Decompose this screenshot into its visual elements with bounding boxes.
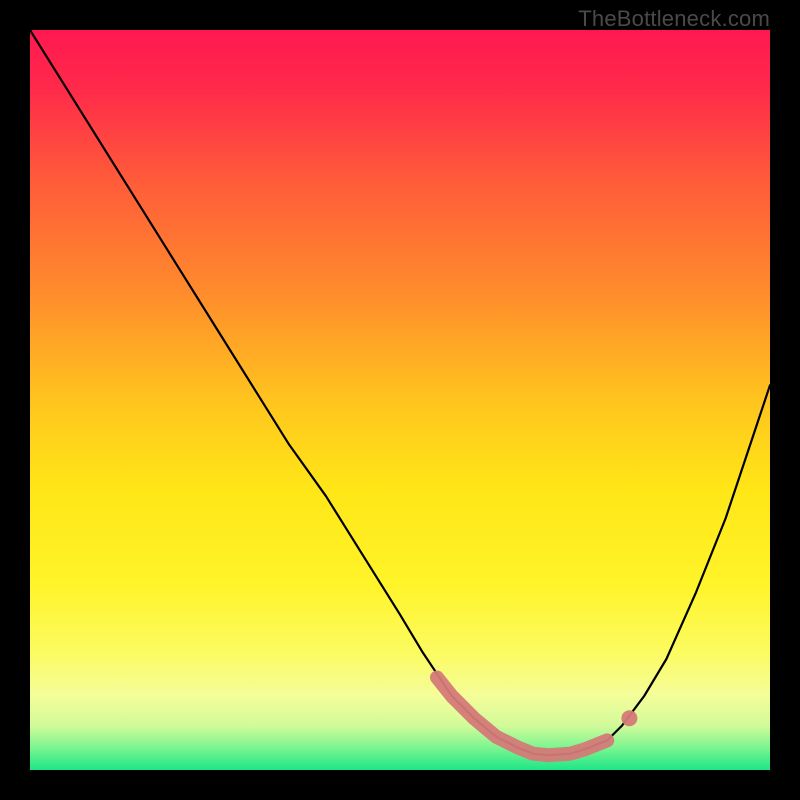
gradient-background bbox=[30, 30, 770, 770]
watermark-text: TheBottleneck.com bbox=[578, 6, 770, 32]
plot-area bbox=[30, 30, 770, 770]
highlight-dot bbox=[621, 710, 637, 726]
chart-frame: TheBottleneck.com bbox=[0, 0, 800, 800]
chart-svg bbox=[30, 30, 770, 770]
